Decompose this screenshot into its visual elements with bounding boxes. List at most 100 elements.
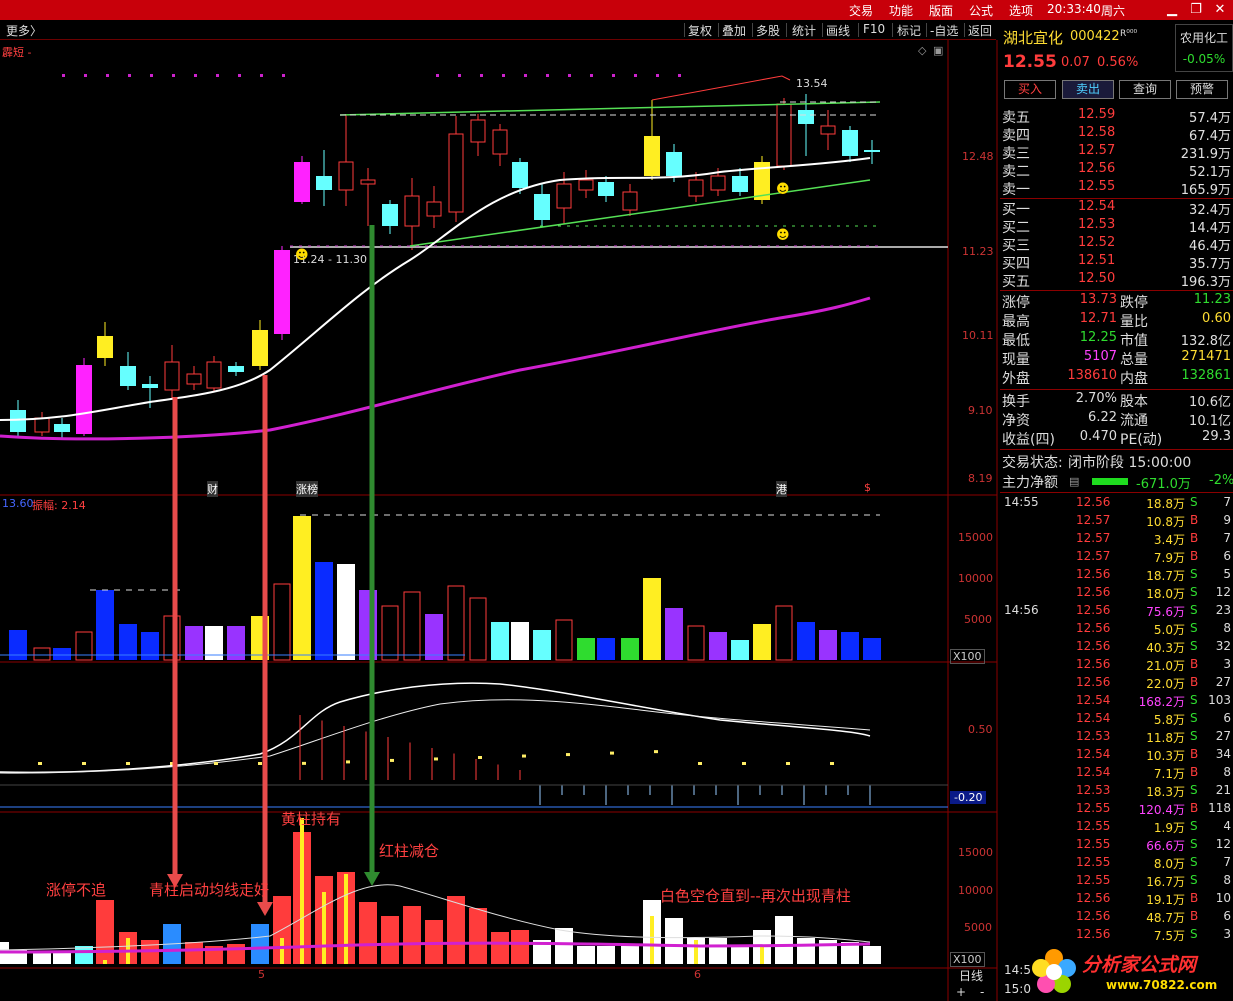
ask-row[interactable]: 卖五 12.59 57.4万	[1002, 107, 1233, 126]
signal-yellow-mark	[650, 916, 654, 964]
tick-row[interactable]: 12.56 5.0万 S 8	[1004, 621, 1233, 639]
tick-price: 12.55	[1076, 819, 1111, 833]
tick-row[interactable]: 12.55 120.4万 B 118	[1004, 801, 1233, 819]
sector-box[interactable]: 农用化工 -0.05%	[1175, 24, 1233, 72]
tick-volume: 3.4万	[1153, 533, 1185, 547]
tick-row[interactable]: 12.56 48.7万 B 6	[1004, 909, 1233, 927]
tick-row[interactable]: 12.56 22.0万 B 27	[1004, 675, 1233, 693]
tick-row[interactable]: 12.55 16.7万 S 8	[1004, 873, 1233, 891]
tick-row[interactable]: 12.56 18.0万 S 12	[1004, 585, 1233, 603]
toolbar-f10-button[interactable]: F10	[863, 22, 885, 36]
candle-body	[644, 136, 660, 176]
toolbar-watchlist-button[interactable]: -自选	[930, 22, 958, 39]
tick-row[interactable]: 12.57 10.8万 B 9	[1004, 513, 1233, 531]
tick-row[interactable]: 12.55 1.9万 S 4	[1004, 819, 1233, 837]
marker-dot	[634, 74, 637, 77]
sell-button[interactable]: 卖出	[1062, 80, 1114, 99]
menu-layout[interactable]: 版面	[929, 2, 953, 19]
tick-row[interactable]: 12.53 11.8万 S 27	[1004, 729, 1233, 747]
query-button[interactable]: 查询	[1119, 80, 1171, 99]
stock-change-pct: 0.56%	[1097, 55, 1139, 70]
menu-formula[interactable]: 公式	[969, 2, 993, 19]
tick-row[interactable]: 12.56 40.3万 S 32	[1004, 639, 1233, 657]
signal-axis-label: 5000	[964, 921, 992, 934]
bid-row[interactable]: 买二 12.53 14.4万	[1002, 217, 1233, 236]
ask-row[interactable]: 卖一 12.55 165.9万	[1002, 179, 1233, 198]
event-dollar-label[interactable]: $	[864, 481, 871, 494]
tick-row[interactable]: 14:56 12.56 75.6万 S 23	[1004, 603, 1233, 621]
candle-body	[598, 182, 614, 196]
bid-row[interactable]: 买三 12.52 46.4万	[1002, 235, 1233, 254]
zoom-in-icon[interactable]: +	[956, 985, 966, 999]
toolbar-back-button[interactable]: 返回	[968, 22, 992, 39]
stat-label: 现量	[1002, 352, 1030, 368]
tick-row[interactable]: 12.57 3.4万 B 7	[1004, 531, 1233, 549]
signal-bar	[491, 932, 509, 964]
tick-row[interactable]: 12.56 18.7万 S 5	[1004, 567, 1233, 585]
maximize-icon[interactable]: ❐	[1187, 1, 1205, 18]
menu-options[interactable]: 选项	[1009, 2, 1033, 19]
toolbar-stats-button[interactable]: 统计	[792, 22, 816, 39]
tick-row[interactable]: 12.56 21.0万 B 3	[1004, 657, 1233, 675]
annotation-red-reduce: 红柱减仓	[379, 842, 440, 860]
tick-row[interactable]: 12.54 10.3万 B 34	[1004, 747, 1233, 765]
tick-row[interactable]: 12.53 18.3万 S 21	[1004, 783, 1233, 801]
tick-row[interactable]: 12.54 5.8万 S 6	[1004, 711, 1233, 729]
chart-canvas[interactable]	[0, 40, 1000, 1001]
tick-row[interactable]: 12.54 7.1万 B 8	[1004, 765, 1233, 783]
high-price-label: 13.54	[796, 77, 828, 90]
tick-count: 4	[1223, 819, 1231, 833]
marker-dot	[524, 74, 527, 77]
event-hk-label[interactable]: 港	[776, 481, 787, 497]
flow-detail-icon[interactable]: ▤	[1069, 475, 1079, 488]
stat-value: 271471	[1181, 349, 1231, 364]
panel-close-icon[interactable]: ▣	[933, 44, 943, 57]
tick-row[interactable]: 12.56 7.5万 S 3	[1004, 927, 1233, 945]
ask-row[interactable]: 卖二 12.56 52.1万	[1002, 161, 1233, 180]
tick-volume: 16.7万	[1146, 875, 1185, 889]
bid-row[interactable]: 买一 12.54 32.4万	[1002, 199, 1233, 218]
buy-button[interactable]: 买入	[1004, 80, 1056, 99]
candle-body	[688, 179, 704, 197]
zoom-out-icon[interactable]: -	[980, 985, 984, 999]
close-icon[interactable]: ✕	[1211, 1, 1229, 18]
candle-body	[10, 410, 26, 432]
tick-price: 12.56	[1076, 567, 1111, 581]
tick-price: 12.56	[1076, 621, 1111, 635]
minimize-icon[interactable]: ▁	[1163, 1, 1181, 18]
price-axis-label: 12.48	[962, 150, 994, 163]
menu-trade[interactable]: 交易	[849, 2, 873, 19]
bid-label: 买五	[1002, 274, 1030, 290]
ask-row[interactable]: 卖四 12.58 67.4万	[1002, 125, 1233, 144]
bid-row[interactable]: 买五 12.50 196.3万	[1002, 271, 1233, 290]
sector-change: -0.05%	[1182, 52, 1226, 66]
stat-label: 外盘	[1002, 371, 1030, 387]
tick-price: 12.56	[1076, 675, 1111, 689]
period-daily-button[interactable]: 日线	[959, 967, 983, 984]
tick-volume: 1.9万	[1153, 821, 1185, 835]
toolbar-mark-button[interactable]: 标记	[897, 22, 921, 39]
tick-row[interactable]: 12.56 19.1万 B 10	[1004, 891, 1233, 909]
menu-function[interactable]: 功能	[889, 2, 913, 19]
tick-price: 12.54	[1076, 747, 1111, 761]
tick-row[interactable]: 12.55 66.6万 S 12	[1004, 837, 1233, 855]
event-finance-label[interactable]: 财	[207, 481, 218, 497]
toolbar-overlay-button[interactable]: 叠加	[722, 22, 746, 39]
tick-row[interactable]: 12.57 7.9万 B 6	[1004, 549, 1233, 567]
ask-row[interactable]: 卖三 12.57 231.9万	[1002, 143, 1233, 162]
tick-side: B	[1190, 549, 1199, 563]
toolbar-multi-button[interactable]: 多股	[756, 22, 780, 39]
tick-row[interactable]: 12.54 168.2万 S 103	[1004, 693, 1233, 711]
alert-button[interactable]: 预警	[1176, 80, 1228, 99]
event-limitup-label[interactable]: 涨榜	[296, 481, 318, 497]
tick-row[interactable]: 14:55 12.56 18.8万 S 7	[1004, 495, 1233, 513]
toolbar-draw-button[interactable]: 画线	[826, 22, 850, 39]
signal-bar	[577, 946, 595, 964]
diamond-icon[interactable]: ◇	[918, 44, 926, 57]
bid-row[interactable]: 买四 12.51 35.7万	[1002, 253, 1233, 272]
toolbar-fuquan-button[interactable]: 复权	[688, 22, 712, 39]
more-button[interactable]: 更多〉	[6, 22, 42, 39]
stat-row: 最高 12.71 量比 0.60	[1002, 311, 1233, 330]
tick-row[interactable]: 12.55 8.0万 S 7	[1004, 855, 1233, 873]
signal-bar	[597, 946, 615, 964]
